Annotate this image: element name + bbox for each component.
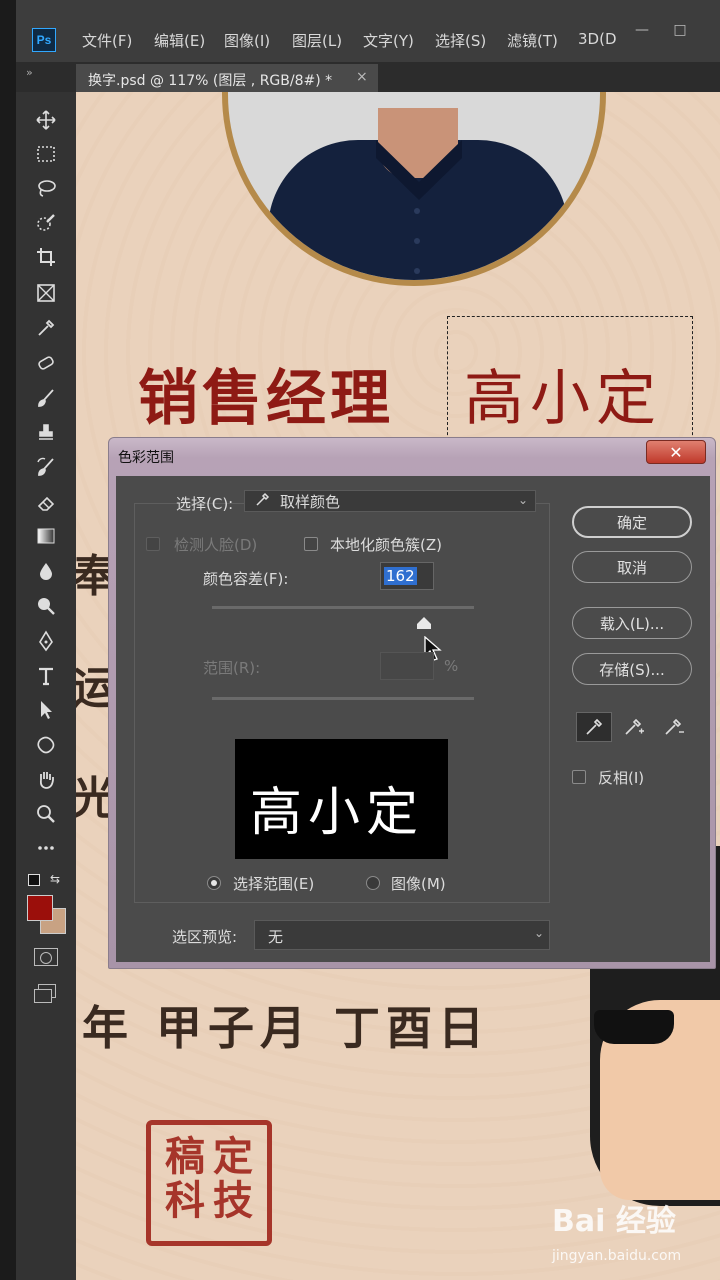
default-colors-icon[interactable] [28, 874, 40, 886]
range-unit: % [444, 657, 459, 675]
baidu-watermark: Bai 经验 [552, 1204, 676, 1239]
watermark-url: jingyan.baidu.com [552, 1248, 682, 1264]
document-tab-title: 换字.psd @ 117% (图层 , RGB/8#) * [88, 73, 333, 89]
dodge-tool-icon[interactable] [30, 592, 62, 620]
minimize-button[interactable]: — [632, 22, 652, 42]
move-tool-icon[interactable] [30, 106, 62, 134]
chevron-down-icon: ⌄ [518, 493, 529, 507]
hand-tool-icon[interactable] [30, 765, 62, 793]
radio-selection-label: 选择范围(E) [233, 875, 315, 893]
zoom-tool-icon[interactable] [30, 800, 62, 828]
save-button[interactable]: 存储(S)... [572, 653, 692, 685]
fuzziness-label: 颜色容差(F): [203, 570, 289, 588]
radio-selection[interactable] [207, 876, 221, 890]
eyedropper-plus-icon[interactable] [616, 712, 652, 742]
detect-faces-label: 检测人脸(D) [174, 536, 258, 554]
pen-tool-icon[interactable] [30, 627, 62, 655]
cancel-button[interactable]: 取消 [572, 551, 692, 583]
fuzziness-slider-track[interactable] [212, 606, 474, 609]
stamp-tool-icon[interactable] [30, 419, 62, 447]
menu-3d[interactable]: 3D(D [578, 30, 617, 48]
cartoon-sunglasses [594, 1010, 674, 1044]
range-input[interactable] [380, 652, 434, 680]
foreground-color-swatch[interactable] [27, 895, 53, 921]
fuzziness-slider-thumb[interactable] [417, 614, 432, 629]
blur-tool-icon[interactable] [30, 557, 62, 585]
lasso-tool-icon[interactable] [30, 174, 62, 202]
shirt-button [414, 268, 420, 274]
shirt-button [414, 238, 420, 244]
healing-tool-icon[interactable] [30, 349, 62, 377]
quick-select-tool-icon[interactable] [30, 209, 62, 237]
panel-expand-icon[interactable]: » [26, 66, 33, 79]
radio-image[interactable] [366, 876, 380, 890]
stamp-char: 定 [213, 1133, 253, 1180]
shirt-button [414, 208, 420, 214]
selection-preview-dropdown[interactable] [254, 920, 550, 950]
ok-button[interactable]: 确定 [572, 506, 692, 538]
history-brush-tool-icon[interactable] [30, 453, 62, 481]
select-label: 选择(C): [176, 495, 234, 513]
load-button[interactable]: 载入(L)... [572, 607, 692, 639]
menu-image[interactable]: 图像(I) [224, 30, 270, 51]
shape-tool-icon[interactable] [30, 731, 62, 759]
preview-text: 高小定 [250, 783, 425, 843]
path-select-tool-icon[interactable] [30, 696, 62, 724]
eyedropper-minus-icon[interactable] [656, 712, 692, 742]
portrait-photo [222, 92, 606, 286]
select-value: 取样颜色 [280, 493, 341, 511]
swap-colors-icon[interactable]: ⇆ [50, 872, 60, 886]
invert-label: 反相(I) [598, 769, 645, 787]
eyedropper-tool-icon[interactable] [30, 314, 62, 342]
quick-mask-icon[interactable] [34, 948, 58, 966]
stamp-char: 稿 [165, 1133, 205, 1180]
radio-image-label: 图像(M) [391, 875, 446, 893]
maximize-button[interactable]: □ [670, 22, 690, 42]
range-label: 范围(R): [203, 659, 261, 677]
marquee-tool-icon[interactable] [30, 140, 62, 168]
menu-type[interactable]: 文字(Y) [363, 30, 414, 51]
menu-file[interactable]: 文件(F) [82, 30, 132, 51]
menu-filter[interactable]: 滤镜(T) [507, 30, 558, 51]
menu-edit[interactable]: 编辑(E) [154, 30, 205, 51]
selection-preview-value: 无 [268, 928, 284, 946]
invert-checkbox[interactable] [572, 770, 586, 784]
localized-clusters-checkbox[interactable] [304, 537, 318, 551]
selection-preview-label: 选区预览: [172, 928, 238, 946]
dialog-title: 色彩范围 [118, 450, 174, 466]
range-slider-track[interactable] [212, 697, 474, 700]
more-tool-icon[interactable] [30, 834, 62, 862]
brush-tool-icon[interactable] [30, 384, 62, 412]
fuzziness-value: 162 [384, 567, 417, 585]
detect-faces-checkbox[interactable] [146, 537, 160, 551]
stamp-char: 技 [213, 1177, 253, 1224]
job-title-text: 销售经理 [138, 364, 394, 434]
date-text: 年 甲子月 丁酉日 [82, 1001, 491, 1055]
dialog-close-button[interactable]: ✕ [646, 440, 706, 464]
window-edge [0, 0, 16, 1280]
gradient-tool-icon[interactable] [30, 522, 62, 550]
chevron-down-icon: ⌄ [534, 926, 545, 940]
eyedropper-icon [254, 492, 270, 512]
eyedropper-icon[interactable] [576, 712, 612, 742]
stamp-char: 科 [165, 1177, 205, 1224]
frame-tool-icon[interactable] [30, 279, 62, 307]
localized-clusters-label: 本地化颜色簇(Z) [330, 536, 442, 554]
menu-select[interactable]: 选择(S) [435, 30, 486, 51]
menu-layer[interactable]: 图层(L) [292, 30, 342, 51]
eraser-tool-icon[interactable] [30, 488, 62, 516]
photoshop-logo: Ps [32, 28, 56, 52]
tab-close-icon[interactable]: × [356, 69, 368, 85]
screen-mode-icon[interactable] [34, 984, 56, 1003]
type-tool-icon[interactable] [30, 662, 62, 690]
crop-tool-icon[interactable] [30, 243, 62, 271]
seal-stamp: 稿 定 科 技 [146, 1120, 272, 1246]
